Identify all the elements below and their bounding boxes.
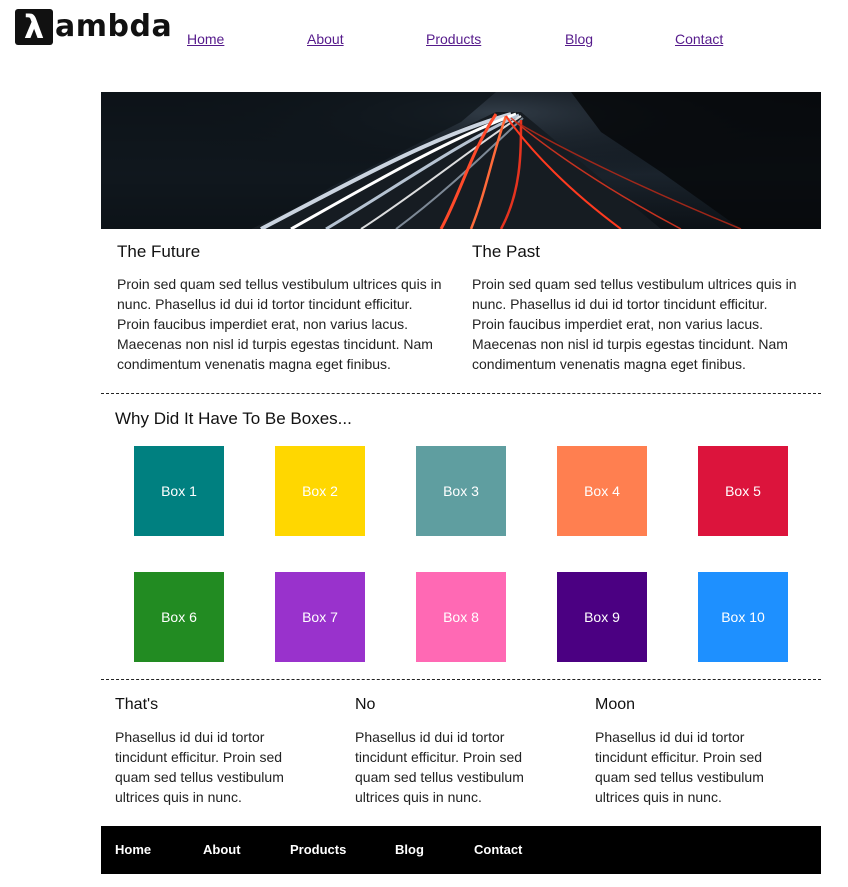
lambda-logo[interactable]: λ ambda (15, 9, 172, 45)
nav-link-about[interactable]: About (307, 31, 344, 47)
box-8: Box 8 (416, 572, 506, 662)
hero-image (101, 92, 821, 229)
box-9: Box 9 (557, 572, 647, 662)
lambda-icon: λ (15, 9, 53, 45)
footer-link-blog[interactable]: Blog (395, 842, 424, 857)
nav-link-home[interactable]: Home (187, 31, 224, 47)
column-the-future: The Future Proin sed quam sed tellus ves… (117, 242, 447, 374)
column-text: Proin sed quam sed tellus vestibulum ult… (117, 276, 442, 372)
box-10: Box 10 (698, 572, 788, 662)
logo-text: ambda (55, 9, 173, 44)
section-divider (101, 679, 821, 680)
site-footer: Home About Products Blog Contact (101, 826, 821, 874)
box-4: Box 4 (557, 446, 647, 536)
box-6: Box 6 (134, 572, 224, 662)
bottom-column-text: Phasellus id dui id tortor tincidunt eff… (355, 729, 524, 805)
box-2: Box 2 (275, 446, 365, 536)
box-7: Box 7 (275, 572, 365, 662)
section-divider (101, 393, 821, 394)
bottom-column-title: No (355, 696, 376, 713)
bottom-column-title: That's (115, 696, 159, 713)
nav-link-products[interactable]: Products (426, 31, 481, 47)
footer-link-about[interactable]: About (203, 842, 241, 857)
bottom-column-moon: Moon Phasellus id dui id tortor tincidun… (595, 695, 785, 807)
nav-link-blog[interactable]: Blog (565, 31, 593, 47)
nav-link-contact[interactable]: Contact (675, 31, 723, 47)
bottom-column-title: Moon (595, 696, 636, 713)
footer-link-contact[interactable]: Contact (474, 842, 522, 857)
site-header: λ ambda Home About Products Blog Contact (0, 0, 848, 70)
bottom-column-text: Phasellus id dui id tortor tincidunt eff… (115, 729, 284, 805)
bottom-column-thats: That's Phasellus id dui id tortor tincid… (115, 695, 305, 807)
footer-link-products[interactable]: Products (290, 842, 346, 857)
box-1: Box 1 (134, 446, 224, 536)
footer-link-home[interactable]: Home (115, 842, 151, 857)
bottom-column-no: No Phasellus id dui id tortor tincidunt … (355, 695, 545, 807)
column-title: The Past (472, 242, 541, 261)
box-3: Box 3 (416, 446, 506, 536)
highway-light-trails-image (101, 92, 821, 229)
bottom-column-text: Phasellus id dui id tortor tincidunt eff… (595, 729, 764, 805)
boxes-section-title: Why Did It Have To Be Boxes... (115, 409, 352, 428)
column-the-past: The Past Proin sed quam sed tellus vesti… (472, 242, 802, 374)
column-title: The Future (117, 242, 201, 261)
box-5: Box 5 (698, 446, 788, 536)
column-text: Proin sed quam sed tellus vestibulum ult… (472, 276, 797, 372)
